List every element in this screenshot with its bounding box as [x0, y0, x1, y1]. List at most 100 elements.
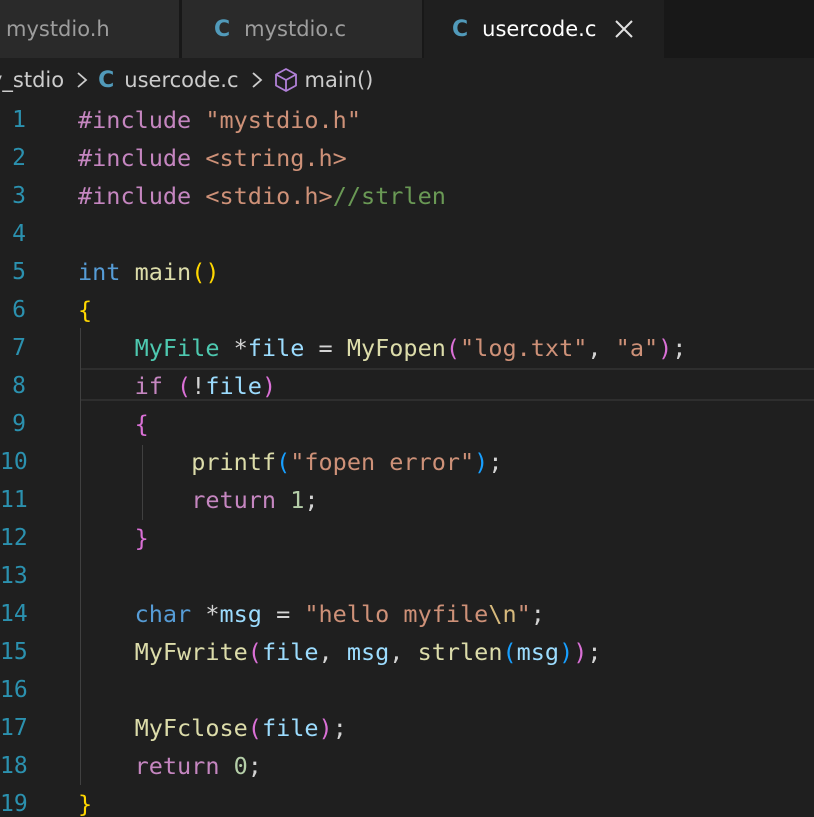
code-text: return 1; — [78, 481, 318, 519]
code-line[interactable]: 10 printf("fopen error"); — [0, 443, 814, 481]
line-number: 7 — [12, 335, 26, 361]
code-token: ( — [445, 334, 461, 362]
code-editor[interactable]: 1 #include "mystdio.h" 2 #include <string.h… — [0, 100, 814, 817]
code-token: "mystdio.h" — [205, 106, 361, 134]
code-token: printf — [191, 448, 277, 476]
code-token: * — [219, 334, 248, 362]
code-token: MyFopen — [346, 334, 446, 362]
code-token: { — [78, 296, 93, 324]
code-line[interactable]: 3 #include <stdio.h>//strlen — [0, 177, 814, 215]
code-text: MyFile *file = MyFopen("log.txt", "a"); — [78, 329, 687, 367]
line-number: 11 — [0, 487, 28, 513]
line-number: 5 — [12, 259, 26, 285]
code-token: ; — [247, 752, 262, 780]
code-token: = — [261, 600, 305, 628]
code-token: ! — [191, 372, 206, 400]
code-token: ) — [318, 714, 333, 742]
code-text: return 0; — [78, 747, 262, 785]
code-token: "log.txt" — [460, 334, 588, 362]
code-text: { — [78, 405, 149, 443]
code-line[interactable]: 11 return 1; — [0, 481, 814, 519]
code-line[interactable]: 8 if (!file) — [0, 367, 814, 405]
line-number: 14 — [0, 601, 28, 627]
code-token: { — [134, 410, 149, 438]
code-line[interactable]: 13 — [0, 557, 814, 595]
code-line[interactable]: 7 MyFile *file = MyFopen("log.txt", "a")… — [0, 329, 814, 367]
code-token: "fopen error" — [290, 448, 475, 476]
code-text: #include <string.h> — [78, 139, 347, 177]
line-number: 18 — [0, 753, 28, 779]
breadcrumb: y_stdio C usercode.c main() — [0, 60, 814, 100]
code-token: ( — [247, 638, 262, 666]
code-token: "hello myfile — [304, 600, 489, 628]
code-line[interactable]: 17 MyFclose(file); — [0, 709, 814, 747]
code-text: MyFwrite(file, msg, strlen(msg)); — [78, 633, 602, 671]
code-token: #include — [78, 144, 206, 172]
code-token: MyFwrite — [134, 638, 248, 666]
code-token: ) — [559, 638, 574, 666]
code-line[interactable]: 18 return 0; — [0, 747, 814, 785]
line-number: 9 — [12, 411, 26, 437]
code-text: { — [78, 291, 92, 329]
code-token: main — [134, 258, 192, 286]
code-line[interactable]: 19} — [0, 785, 814, 817]
code-token: MyFile — [134, 334, 220, 362]
code-line[interactable]: 16 — [0, 671, 814, 709]
c-file-icon: C — [214, 16, 231, 42]
code-text: } — [78, 519, 149, 557]
code-text: int main() — [78, 253, 220, 291]
code-line[interactable]: 5 int main() — [0, 253, 814, 291]
code-token: //strlen — [332, 182, 446, 210]
code-token: \n — [488, 600, 517, 628]
code-line[interactable]: 12 } — [0, 519, 814, 557]
code-token: int — [78, 258, 121, 286]
code-token: #include — [78, 106, 206, 134]
code-token: ( — [276, 448, 291, 476]
code-line[interactable]: 9 { — [0, 405, 814, 443]
code-token: file — [261, 638, 319, 666]
code-token: 0 — [233, 752, 248, 780]
breadcrumb-symbol[interactable]: main() — [305, 68, 374, 92]
line-number: 12 — [0, 525, 28, 551]
code-line[interactable]: 1 #include "mystdio.h" — [0, 101, 814, 139]
code-token: ( — [247, 714, 262, 742]
code-token: ) — [261, 372, 277, 400]
code-token: ) — [573, 638, 588, 666]
code-token: ; — [332, 714, 347, 742]
code-token: = — [304, 334, 347, 362]
code-line[interactable]: 2 #include <string.h> — [0, 139, 814, 177]
tab-usercode-c[interactable]: C usercode.c — [424, 0, 664, 58]
code-text: MyFclose(file); — [78, 709, 347, 747]
code-text: char *msg = "hello myfile\n"; — [78, 595, 545, 633]
line-number: 19 — [0, 791, 28, 817]
code-token: 1 — [290, 486, 305, 514]
close-icon[interactable] — [612, 17, 636, 41]
line-number: 1 — [12, 107, 26, 133]
line-number: 2 — [12, 145, 26, 171]
code-token: <stdio.h> — [205, 182, 333, 210]
code-text: printf("fopen error"); — [78, 443, 502, 481]
code-token: ; — [672, 334, 687, 362]
tab-mystdio-c[interactable]: C mystdio.c — [182, 0, 422, 58]
breadcrumb-file[interactable]: usercode.c — [124, 68, 238, 92]
code-token: ; — [530, 600, 545, 628]
line-number: 15 — [0, 639, 28, 665]
code-token: char — [134, 600, 192, 628]
code-token: MyFclose — [134, 714, 248, 742]
line-number: 3 — [12, 183, 26, 209]
tab-mystdio-h[interactable]: mystdio.h — [0, 0, 180, 58]
tab-label: mystdio.c — [244, 17, 347, 41]
code-text: #include <stdio.h>//strlen — [78, 177, 446, 215]
code-line[interactable]: 4 — [0, 215, 814, 253]
code-line[interactable]: 14 char *msg = "hello myfile\n"; — [0, 595, 814, 633]
breadcrumb-folder[interactable]: y_stdio — [0, 68, 64, 92]
code-line[interactable]: 15 MyFwrite(file, msg, strlen(msg)); — [0, 633, 814, 671]
code-line[interactable]: 6{ — [0, 291, 814, 329]
code-token: file — [261, 714, 319, 742]
